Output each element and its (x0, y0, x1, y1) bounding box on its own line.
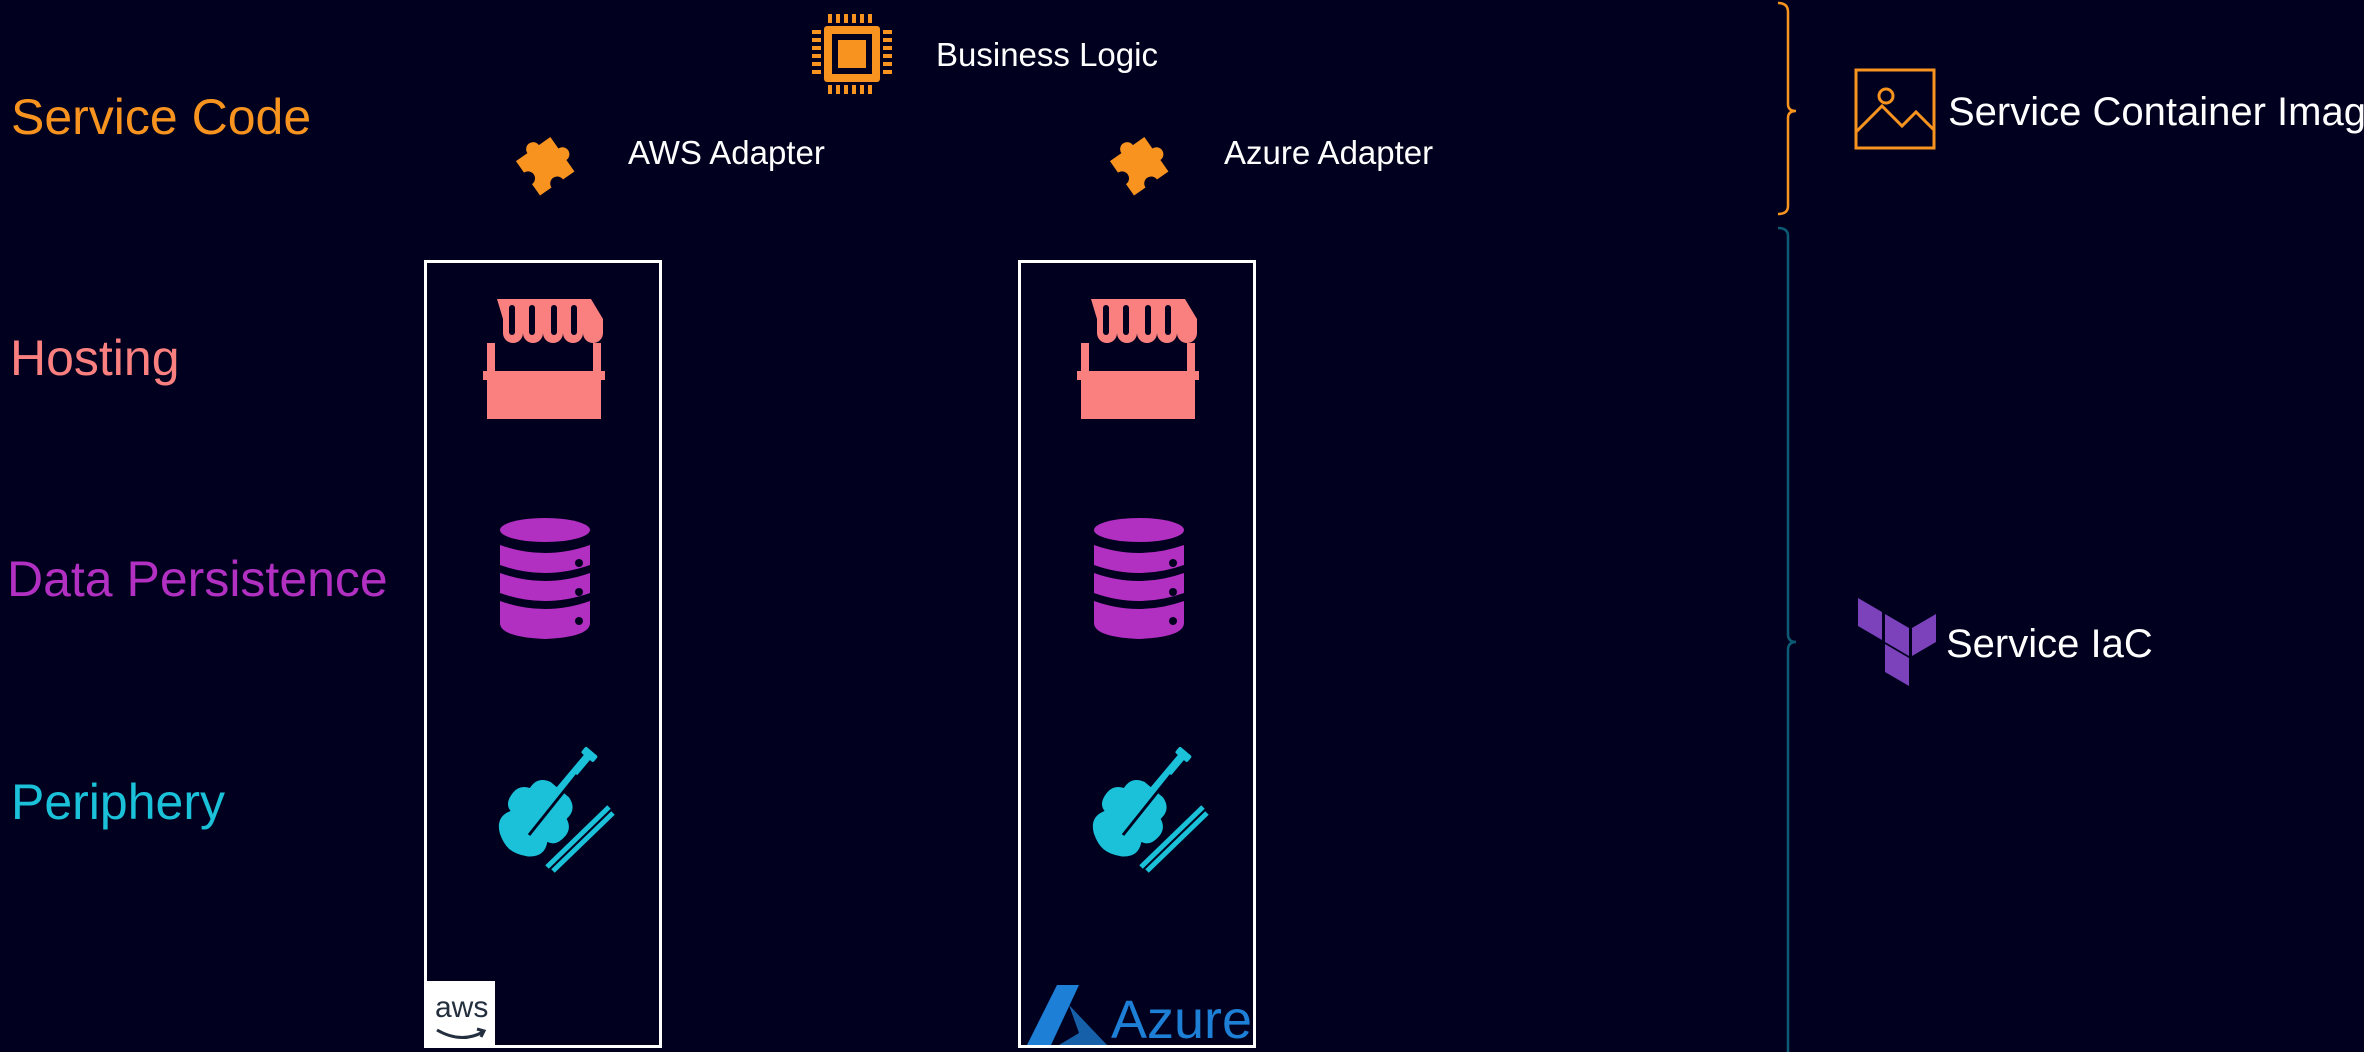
aws-column: aws (424, 260, 662, 1048)
row-label-hosting: Hosting (10, 330, 180, 386)
violin-icon (477, 735, 617, 875)
image-icon (1854, 68, 1936, 150)
aws-logo-text: aws (435, 991, 489, 1024)
business-logic-label: Business Logic (936, 36, 1158, 73)
row-label-periphery: Periphery (11, 774, 225, 830)
violin-icon (1071, 735, 1211, 875)
azure-adapter-label: Azure Adapter (1224, 134, 1434, 171)
chip-icon (808, 12, 896, 96)
puzzle-icon (1100, 124, 1172, 196)
row-label-data-persistence: Data Persistence (7, 551, 388, 607)
storefront-icon (1077, 297, 1199, 421)
storefront-icon (483, 297, 605, 421)
service-container-image-label: Service Container Image (1948, 90, 2364, 134)
azure-logo: Azure (1025, 981, 1255, 1049)
database-icon (1093, 517, 1185, 643)
terraform-icon (1858, 598, 1936, 686)
row-label-service-code: Service Code (11, 89, 312, 145)
database-icon (499, 517, 591, 643)
iac-bracket (1776, 224, 1800, 1052)
azure-logo-text: Azure (1111, 990, 1253, 1050)
aws-adapter-label: AWS Adapter (628, 134, 825, 171)
container-image-bracket (1776, 0, 1800, 220)
azure-column: Azure (1018, 260, 1256, 1048)
aws-logo: aws (427, 981, 495, 1048)
service-iac-label: Service IaC (1946, 622, 2153, 666)
puzzle-icon (506, 124, 578, 196)
